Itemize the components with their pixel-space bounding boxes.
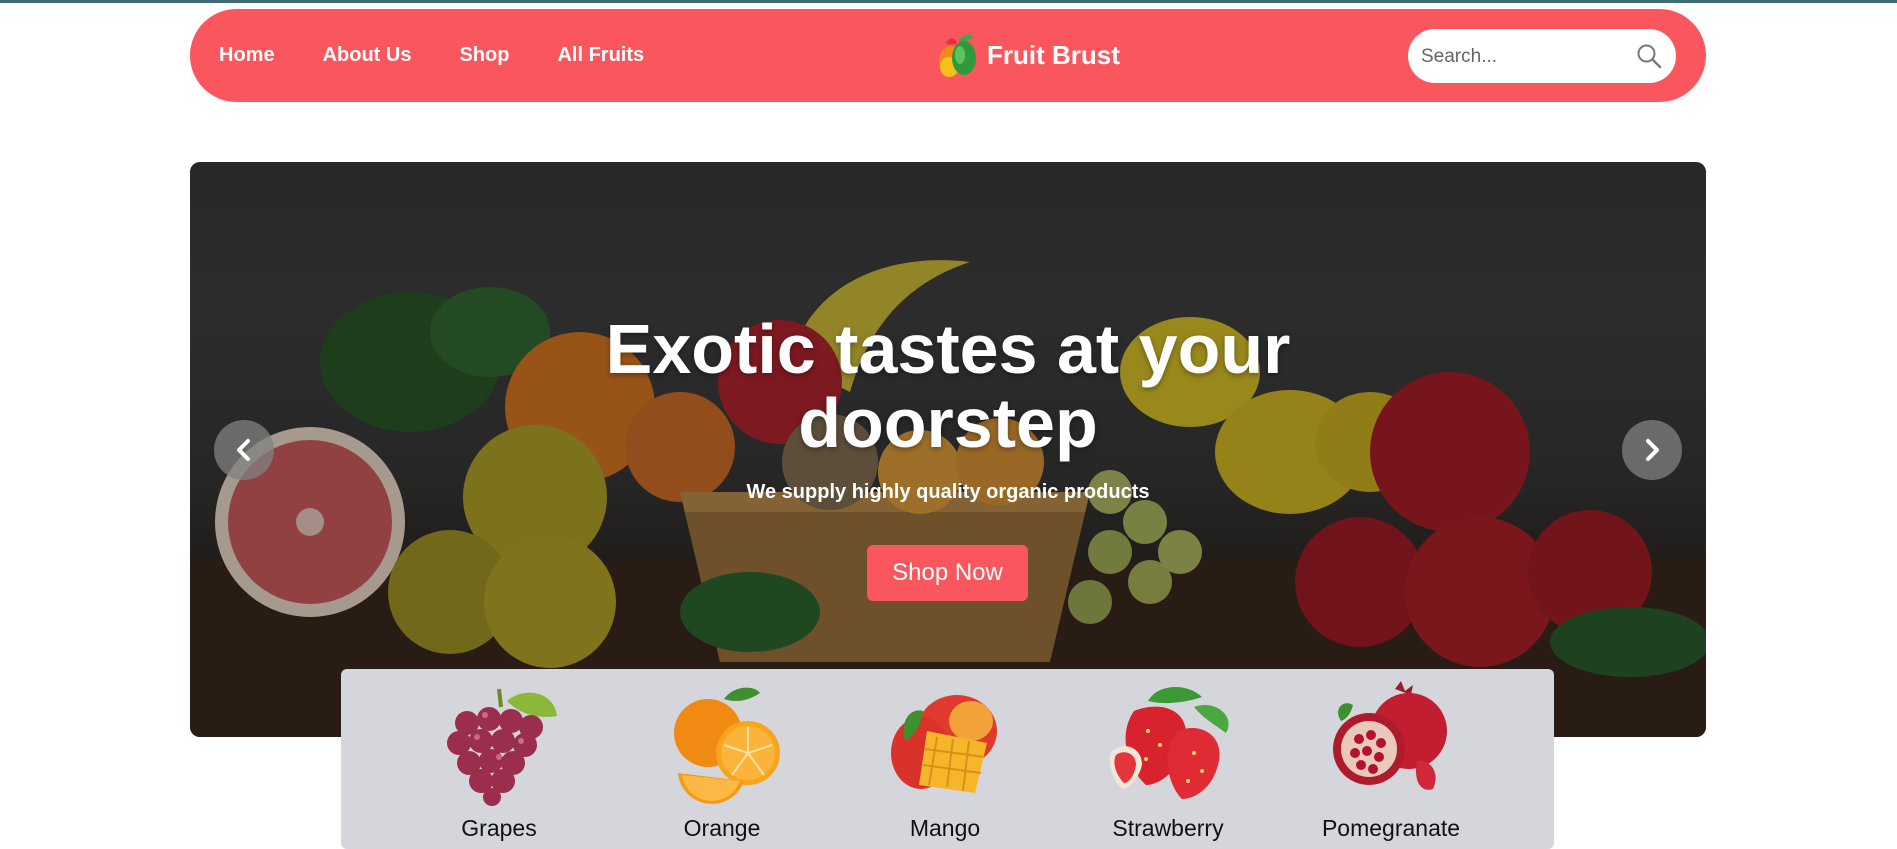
top-border	[0, 0, 1897, 3]
orange-icon	[674, 687, 780, 804]
chevron-left-icon	[237, 439, 250, 461]
pomegranate-icon	[1333, 681, 1447, 790]
category-label: Pomegranate	[1321, 815, 1461, 841]
brand-title: Fruit Brust	[987, 40, 1120, 70]
carousel-prev-button[interactable]	[214, 420, 274, 480]
carousel-next-button[interactable]	[1622, 420, 1682, 480]
hero-carousel: Exotic tastes at your doorstep We supply…	[190, 162, 1706, 737]
search-box	[1408, 29, 1676, 85]
nav-shop-link[interactable]: Shop	[459, 44, 509, 67]
grapes-icon	[447, 688, 557, 806]
mango-icon	[891, 695, 997, 793]
nav-about-link[interactable]: About Us	[323, 44, 412, 67]
nav-links: Home About Us Shop All Fruits	[219, 9, 644, 102]
shop-now-button[interactable]: Shop Now	[867, 545, 1028, 601]
category-label: Orange	[683, 815, 761, 841]
category-pomegranate[interactable]: Pomegranate	[1306, 681, 1476, 841]
chevron-right-icon	[1646, 439, 1659, 461]
navbar: Home About Us Shop All Fruits Fruit Brus…	[190, 9, 1706, 102]
brand-logo[interactable]: Fruit Brust	[935, 9, 1120, 102]
hero-subtitle: We supply highly quality organic product…	[746, 481, 1150, 503]
search-button[interactable]	[1636, 43, 1662, 69]
category-strawberry[interactable]: Strawberry	[1083, 681, 1253, 841]
category-grapes[interactable]: Grapes	[414, 681, 584, 841]
hero-title: Exotic tastes at your doorstep	[605, 310, 1291, 462]
category-label: Grapes	[461, 815, 537, 841]
category-label: Strawberry	[1112, 815, 1224, 841]
fruit-category-bar: Grapes Orange Mango Strawberry Pomegrana…	[341, 669, 1554, 849]
fruit-logo-icon	[939, 33, 976, 77]
search-icon	[1637, 44, 1662, 69]
nav-all-fruits-link[interactable]: All Fruits	[557, 44, 644, 67]
category-orange[interactable]: Orange	[637, 681, 807, 841]
search-input[interactable]	[1419, 29, 1623, 85]
category-mango[interactable]: Mango	[860, 681, 1030, 841]
nav-home-link[interactable]: Home	[219, 44, 275, 67]
strawberry-icon	[1109, 686, 1229, 799]
category-label: Mango	[909, 815, 981, 841]
